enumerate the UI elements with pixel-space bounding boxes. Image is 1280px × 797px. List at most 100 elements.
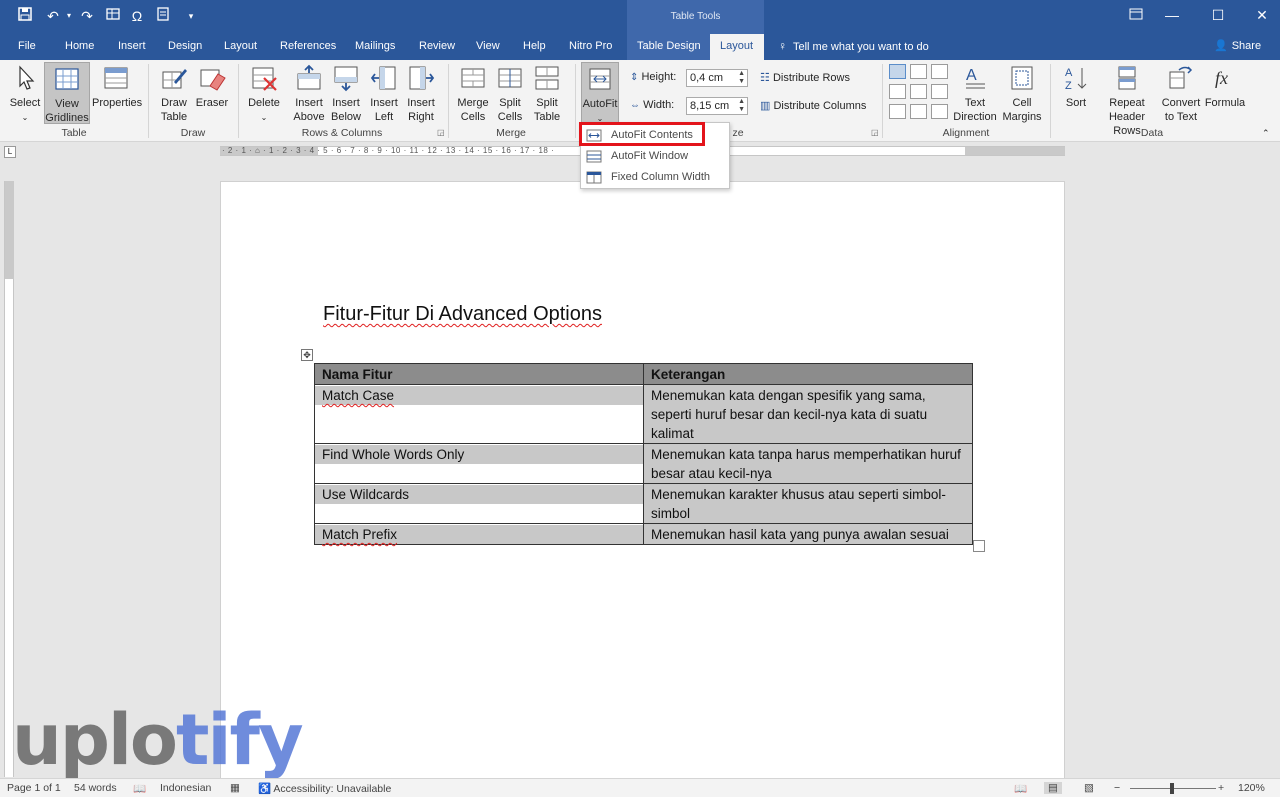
split-cells-button[interactable]: Split Cells	[492, 62, 528, 124]
tab-help[interactable]: Help	[523, 34, 546, 60]
table-move-handle-icon[interactable]: ✥	[301, 349, 313, 361]
distribute-rows-button[interactable]: ☷ Distribute Rows	[760, 71, 850, 84]
zoom-slider-thumb[interactable]	[1170, 783, 1174, 794]
tab-table-design[interactable]: Table Design	[627, 34, 710, 60]
web-layout-icon[interactable]: ▧	[1084, 782, 1094, 794]
tab-insert[interactable]: Insert	[118, 34, 146, 60]
delete-button[interactable]: Delete ⌄	[246, 62, 282, 125]
table-cell[interactable]: Use Wildcards	[314, 483, 644, 524]
width-spinner-icon[interactable]: ▲ ▼	[738, 98, 745, 114]
tab-view[interactable]: View	[476, 34, 500, 60]
align-center-right-button[interactable]	[931, 84, 948, 99]
sort-button[interactable]: AZ Sort	[1060, 62, 1092, 110]
redo-icon[interactable]: ↷	[78, 6, 96, 26]
rows-columns-launcher-icon[interactable]: ◲	[437, 128, 445, 137]
table-cell[interactable]: Menemukan karakter khusus atau seperti s…	[643, 483, 973, 524]
table-header-cell[interactable]: Keterangan	[643, 363, 973, 385]
select-button[interactable]: Select ⌄	[6, 62, 44, 125]
tab-selector-icon[interactable]: L	[4, 146, 16, 158]
insert-right-button[interactable]: Insert Right	[403, 62, 439, 124]
table-cell[interactable]: Match Prefix	[314, 523, 644, 545]
macro-recording-icon[interactable]: ▦	[230, 782, 240, 794]
word-count[interactable]: 54 words	[74, 782, 117, 794]
accessibility-status[interactable]: ♿ Accessibility: Unavailable	[258, 782, 391, 795]
align-top-left-button[interactable]	[889, 64, 906, 79]
document-icon[interactable]	[154, 6, 172, 26]
vertical-ruler[interactable]	[4, 181, 14, 777]
sort-label: Sort	[1065, 97, 1087, 109]
proofing-icon[interactable]: 📖	[133, 782, 146, 795]
insert-below-label-1: Insert	[332, 97, 360, 109]
height-input[interactable]: 0,4 cm ▲ ▼	[686, 69, 748, 87]
distribute-columns-button[interactable]: ▥ Distribute Columns	[760, 99, 866, 112]
align-bottom-left-button[interactable]	[889, 104, 906, 119]
align-bottom-center-button[interactable]	[910, 104, 927, 119]
zoom-out-icon[interactable]: −	[1114, 782, 1120, 794]
cell-margins-button[interactable]: Cell Margins	[1000, 62, 1044, 124]
cell-size-launcher-icon[interactable]: ◲	[871, 128, 879, 137]
align-bottom-right-button[interactable]	[931, 104, 948, 119]
menu-fixed-column-width[interactable]: Fixed Column Width	[581, 167, 729, 188]
align-center-left-button[interactable]	[889, 84, 906, 99]
view-gridlines-button[interactable]: View Gridlines	[44, 62, 90, 124]
table-cell[interactable]: Menemukan hasil kata yang punya awalan s…	[643, 523, 973, 545]
autofit-button[interactable]: AutoFit ⌄	[581, 62, 619, 124]
menu-autofit-window[interactable]: AutoFit Window	[581, 146, 729, 167]
insert-above-label-1: Insert	[295, 97, 323, 109]
text-direction-button[interactable]: A Text Direction	[952, 62, 998, 124]
formula-button[interactable]: fx Formula	[1204, 62, 1246, 110]
undo-dropdown-icon[interactable]: ▾	[60, 6, 78, 26]
customize-qat-icon[interactable]: ▾	[182, 6, 200, 26]
split-table-button[interactable]: Split Table	[529, 62, 565, 124]
tab-layout-page[interactable]: Layout	[224, 34, 257, 60]
table-cell[interactable]: Menemukan kata tanpa harus memperhatikan…	[643, 443, 973, 484]
insert-left-button[interactable]: Insert Left	[366, 62, 402, 124]
tab-file[interactable]: File	[18, 34, 36, 60]
print-layout-icon[interactable]: ▤	[1044, 782, 1062, 794]
table-cell[interactable]: Menemukan kata dengan spesifik yang sama…	[643, 384, 973, 444]
tab-mailings[interactable]: Mailings	[355, 34, 395, 60]
tab-review[interactable]: Review	[419, 34, 455, 60]
minimize-icon[interactable]: —	[1160, 4, 1184, 26]
draw-table-button[interactable]: Draw Table	[156, 62, 192, 124]
tab-table-layout[interactable]: Layout	[710, 34, 764, 60]
symbol-omega-icon[interactable]: Ω	[128, 6, 146, 26]
table-grid-icon[interactable]	[104, 6, 122, 26]
document-table[interactable]: Nama Fitur Keterangan Match Case Menemuk…	[314, 363, 973, 545]
table-cell[interactable]: Match Case	[314, 384, 644, 444]
height-spinner-icon[interactable]: ▲ ▼	[738, 70, 745, 86]
table-header-cell[interactable]: Nama Fitur	[314, 363, 644, 385]
tell-me-search[interactable]: ♀ Tell me what you want to do	[778, 34, 929, 60]
page-count[interactable]: Page 1 of 1	[7, 782, 61, 794]
convert-to-text-button[interactable]: Convert to Text	[1160, 62, 1202, 124]
width-input[interactable]: 8,15 cm ▲ ▼	[686, 97, 748, 115]
table-resize-handle[interactable]	[973, 540, 985, 552]
zoom-level[interactable]: 120%	[1238, 782, 1265, 794]
eraser-button[interactable]: Eraser	[194, 62, 230, 110]
tab-home[interactable]: Home	[65, 34, 94, 60]
zoom-in-icon[interactable]: +	[1218, 782, 1224, 794]
close-icon[interactable]: ✕	[1250, 4, 1274, 26]
insert-above-button[interactable]: Insert Above	[291, 62, 327, 124]
align-top-right-button[interactable]	[931, 64, 948, 79]
save-icon[interactable]	[16, 6, 34, 26]
document-heading[interactable]: Fitur-Fitur Di Advanced Options	[323, 303, 602, 326]
read-mode-icon[interactable]: 📖	[1014, 782, 1027, 795]
table-tools-context-label: Table Tools	[627, 0, 764, 34]
collapse-ribbon-icon[interactable]: ⌃	[1262, 126, 1270, 140]
ribbon-display-options-icon[interactable]	[1124, 4, 1148, 26]
tab-references[interactable]: References	[280, 34, 336, 60]
tab-design[interactable]: Design	[168, 34, 202, 60]
align-center-button[interactable]	[910, 84, 927, 99]
align-top-center-button[interactable]	[910, 64, 927, 79]
insert-right-icon	[409, 66, 435, 90]
language[interactable]: Indonesian	[160, 782, 211, 794]
merge-cells-button[interactable]: Merge Cells	[455, 62, 491, 124]
insert-below-button[interactable]: Insert Below	[328, 62, 364, 124]
properties-button[interactable]: Properties	[92, 62, 142, 110]
share-button[interactable]: 👤 Share	[1214, 34, 1261, 60]
maximize-icon[interactable]: ☐	[1206, 4, 1230, 26]
table-cell[interactable]: Find Whole Words Only	[314, 443, 644, 484]
document-page[interactable]: Fitur-Fitur Di Advanced Options ✥ Nama F…	[220, 181, 1065, 781]
tab-nitro-pro[interactable]: Nitro Pro	[569, 34, 612, 60]
